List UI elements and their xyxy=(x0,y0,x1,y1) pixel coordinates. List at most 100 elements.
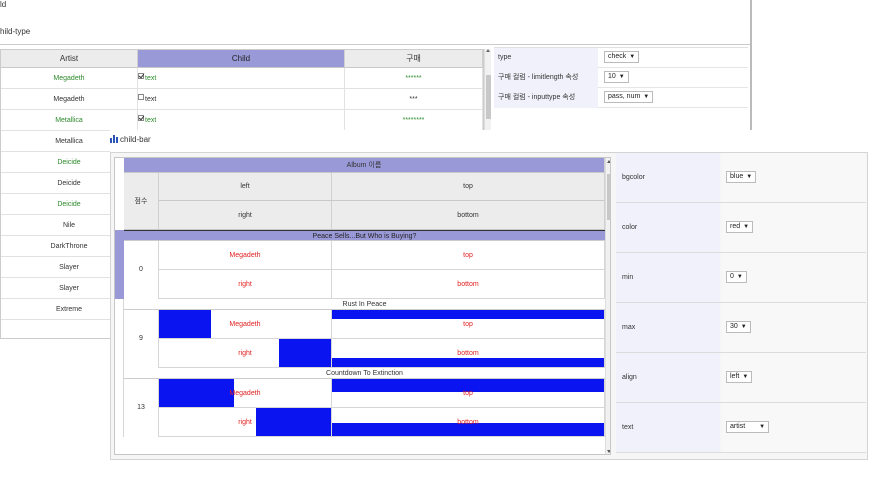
bgcolor-select[interactable]: blue ▼ xyxy=(726,171,757,184)
prop-row-inputtype: 구매 컬럼 - inputtype 속성 pass, num ▼ xyxy=(494,88,748,108)
grid-scrollbar[interactable] xyxy=(605,158,610,454)
score-cell[interactable]: 0 xyxy=(124,241,159,299)
album-grid[interactable]: 점수 Album 이름 left top right bottom Peace … xyxy=(114,157,611,455)
bottom-text: bottom xyxy=(457,419,479,426)
bar-chart-icon xyxy=(110,134,118,143)
bottom-bar-cell[interactable]: bottom xyxy=(332,408,605,437)
align-select[interactable]: left ▼ xyxy=(726,371,753,384)
property-panel: bgcolor blue ▼ color red ▼ min 0 ▼ max 30 ▼ align lef… xyxy=(616,153,866,459)
caret-down-icon: ▼ xyxy=(759,424,766,431)
bottom-bar-cell[interactable]: bottom xyxy=(332,270,605,299)
prop-key: min xyxy=(616,253,720,302)
max-select[interactable]: 30 ▼ xyxy=(726,321,751,334)
left-bar-cell[interactable]: Megadeth xyxy=(159,379,332,408)
prop-key: 구매 컬럼 - inputtype 속성 xyxy=(494,88,598,108)
prop-row-align: align left ▼ xyxy=(616,353,866,403)
window-edge xyxy=(750,0,752,130)
left-bar-cell[interactable]: Megadeth xyxy=(159,310,332,339)
child-cell[interactable]: text xyxy=(138,110,345,131)
prop-row-max: max 30 ▼ xyxy=(616,303,866,353)
row-gutter xyxy=(115,299,124,368)
column-header-left[interactable]: left xyxy=(159,173,332,201)
child-cell[interactable]: text xyxy=(138,89,345,110)
right-bar-cell[interactable]: right xyxy=(159,339,332,368)
table-row[interactable]: Metallica text ******** xyxy=(1,110,483,131)
bottom-text: bottom xyxy=(457,281,479,288)
artist-cell[interactable]: Megadeth xyxy=(1,68,138,89)
text-select[interactable]: artist ▼ xyxy=(726,421,770,434)
top-bar-cell[interactable]: top xyxy=(332,241,605,270)
buy-cell[interactable]: *** xyxy=(345,89,483,110)
property-panel: type check ▼ 구매 컬럼 - limitlength 속성 10 ▼ 구… xyxy=(494,47,748,108)
right-text: right xyxy=(238,419,252,426)
column-header-top[interactable]: top xyxy=(332,173,605,201)
scroll-thumb[interactable] xyxy=(607,174,610,220)
checkbox-checked-icon[interactable] xyxy=(138,115,144,122)
color-select[interactable]: red ▼ xyxy=(726,221,754,234)
column-header-right[interactable]: right xyxy=(159,201,332,230)
left-bar-cell[interactable]: Megadeth xyxy=(159,241,332,270)
type-select[interactable]: check ▼ xyxy=(604,51,640,64)
column-header-score[interactable]: 점수 xyxy=(124,173,159,230)
top-text: top xyxy=(463,321,473,328)
score-cell[interactable]: 13 xyxy=(124,379,159,437)
checkbox-checked-icon[interactable] xyxy=(138,73,144,80)
score-cell[interactable]: 9 xyxy=(124,310,159,368)
column-header-album[interactable]: Album 이름 xyxy=(124,158,605,173)
bottom-text: bottom xyxy=(457,350,479,357)
group-header[interactable]: Countdown To Extinction xyxy=(124,368,605,379)
window-title: child-bar xyxy=(110,134,151,147)
scroll-down-icon[interactable] xyxy=(607,450,610,453)
panel-frame: 점수 Album 이름 left top right bottom Peace … xyxy=(110,152,868,460)
column-header-child[interactable]: Child xyxy=(138,50,345,68)
right-text: right xyxy=(238,281,252,288)
scroll-up-icon[interactable] xyxy=(486,49,490,52)
group-header[interactable]: Peace Sells...But Who is Buying? xyxy=(124,230,605,241)
inputtype-select[interactable]: pass, num ▼ xyxy=(604,91,654,104)
top-bar-cell[interactable]: top xyxy=(332,379,605,408)
select-value: 0 xyxy=(730,273,734,281)
child-text: text xyxy=(145,117,157,124)
caret-down-icon: ▼ xyxy=(743,224,750,231)
caret-down-icon: ▼ xyxy=(736,274,743,281)
top-text: top xyxy=(463,390,473,397)
min-select[interactable]: 0 ▼ xyxy=(726,271,747,284)
child-text: text xyxy=(145,75,157,82)
caret-down-icon: ▼ xyxy=(742,374,749,381)
artist-cell[interactable]: Metallica xyxy=(1,110,138,131)
section-title: hild-type xyxy=(0,27,31,36)
checkbox-icon[interactable] xyxy=(138,94,144,101)
prop-row-limitlength: 구매 컬럼 - limitlength 속성 10 ▼ xyxy=(494,68,748,88)
caret-down-icon: ▼ xyxy=(643,94,650,101)
prop-row-min: min 0 ▼ xyxy=(616,253,866,303)
buy-cell[interactable]: ******** xyxy=(345,110,483,131)
left-text: Megadeth xyxy=(229,252,261,259)
prop-key: color xyxy=(616,203,720,252)
table-row[interactable]: Megadeth text ****** xyxy=(1,68,483,89)
artist-cell[interactable]: Megadeth xyxy=(1,89,138,110)
right-bar-cell[interactable]: right xyxy=(159,270,332,299)
grid-scrollbar[interactable] xyxy=(484,49,491,131)
row-selection-marker xyxy=(115,230,124,299)
table-row[interactable]: Megadeth text *** xyxy=(1,89,483,110)
select-value: red xyxy=(730,223,741,231)
buy-cell[interactable]: ****** xyxy=(345,68,483,89)
bottom-bar-cell[interactable]: bottom xyxy=(332,339,605,368)
window-title-text: child-bar xyxy=(120,135,151,144)
column-header-bottom[interactable]: bottom xyxy=(332,201,605,230)
prop-key: 구매 컬럼 - limitlength 속성 xyxy=(494,68,598,88)
column-header-artist[interactable]: Artist xyxy=(1,50,138,68)
prop-row-color: color red ▼ xyxy=(616,203,866,253)
scroll-thumb[interactable] xyxy=(486,75,491,119)
column-header-buy[interactable]: 구매 xyxy=(345,50,483,68)
right-bar-cell[interactable]: right xyxy=(159,408,332,437)
prop-key: text xyxy=(616,403,720,452)
top-bar-cell[interactable]: top xyxy=(332,310,605,339)
prop-row-text: text artist ▼ xyxy=(616,403,866,453)
child-cell[interactable]: text xyxy=(138,68,345,89)
select-value: artist xyxy=(730,423,746,431)
scroll-up-icon[interactable] xyxy=(607,160,610,163)
group-header[interactable]: Rust In Peace xyxy=(124,299,605,310)
child-text: text xyxy=(145,96,157,103)
limitlength-select[interactable]: 10 ▼ xyxy=(604,71,629,84)
